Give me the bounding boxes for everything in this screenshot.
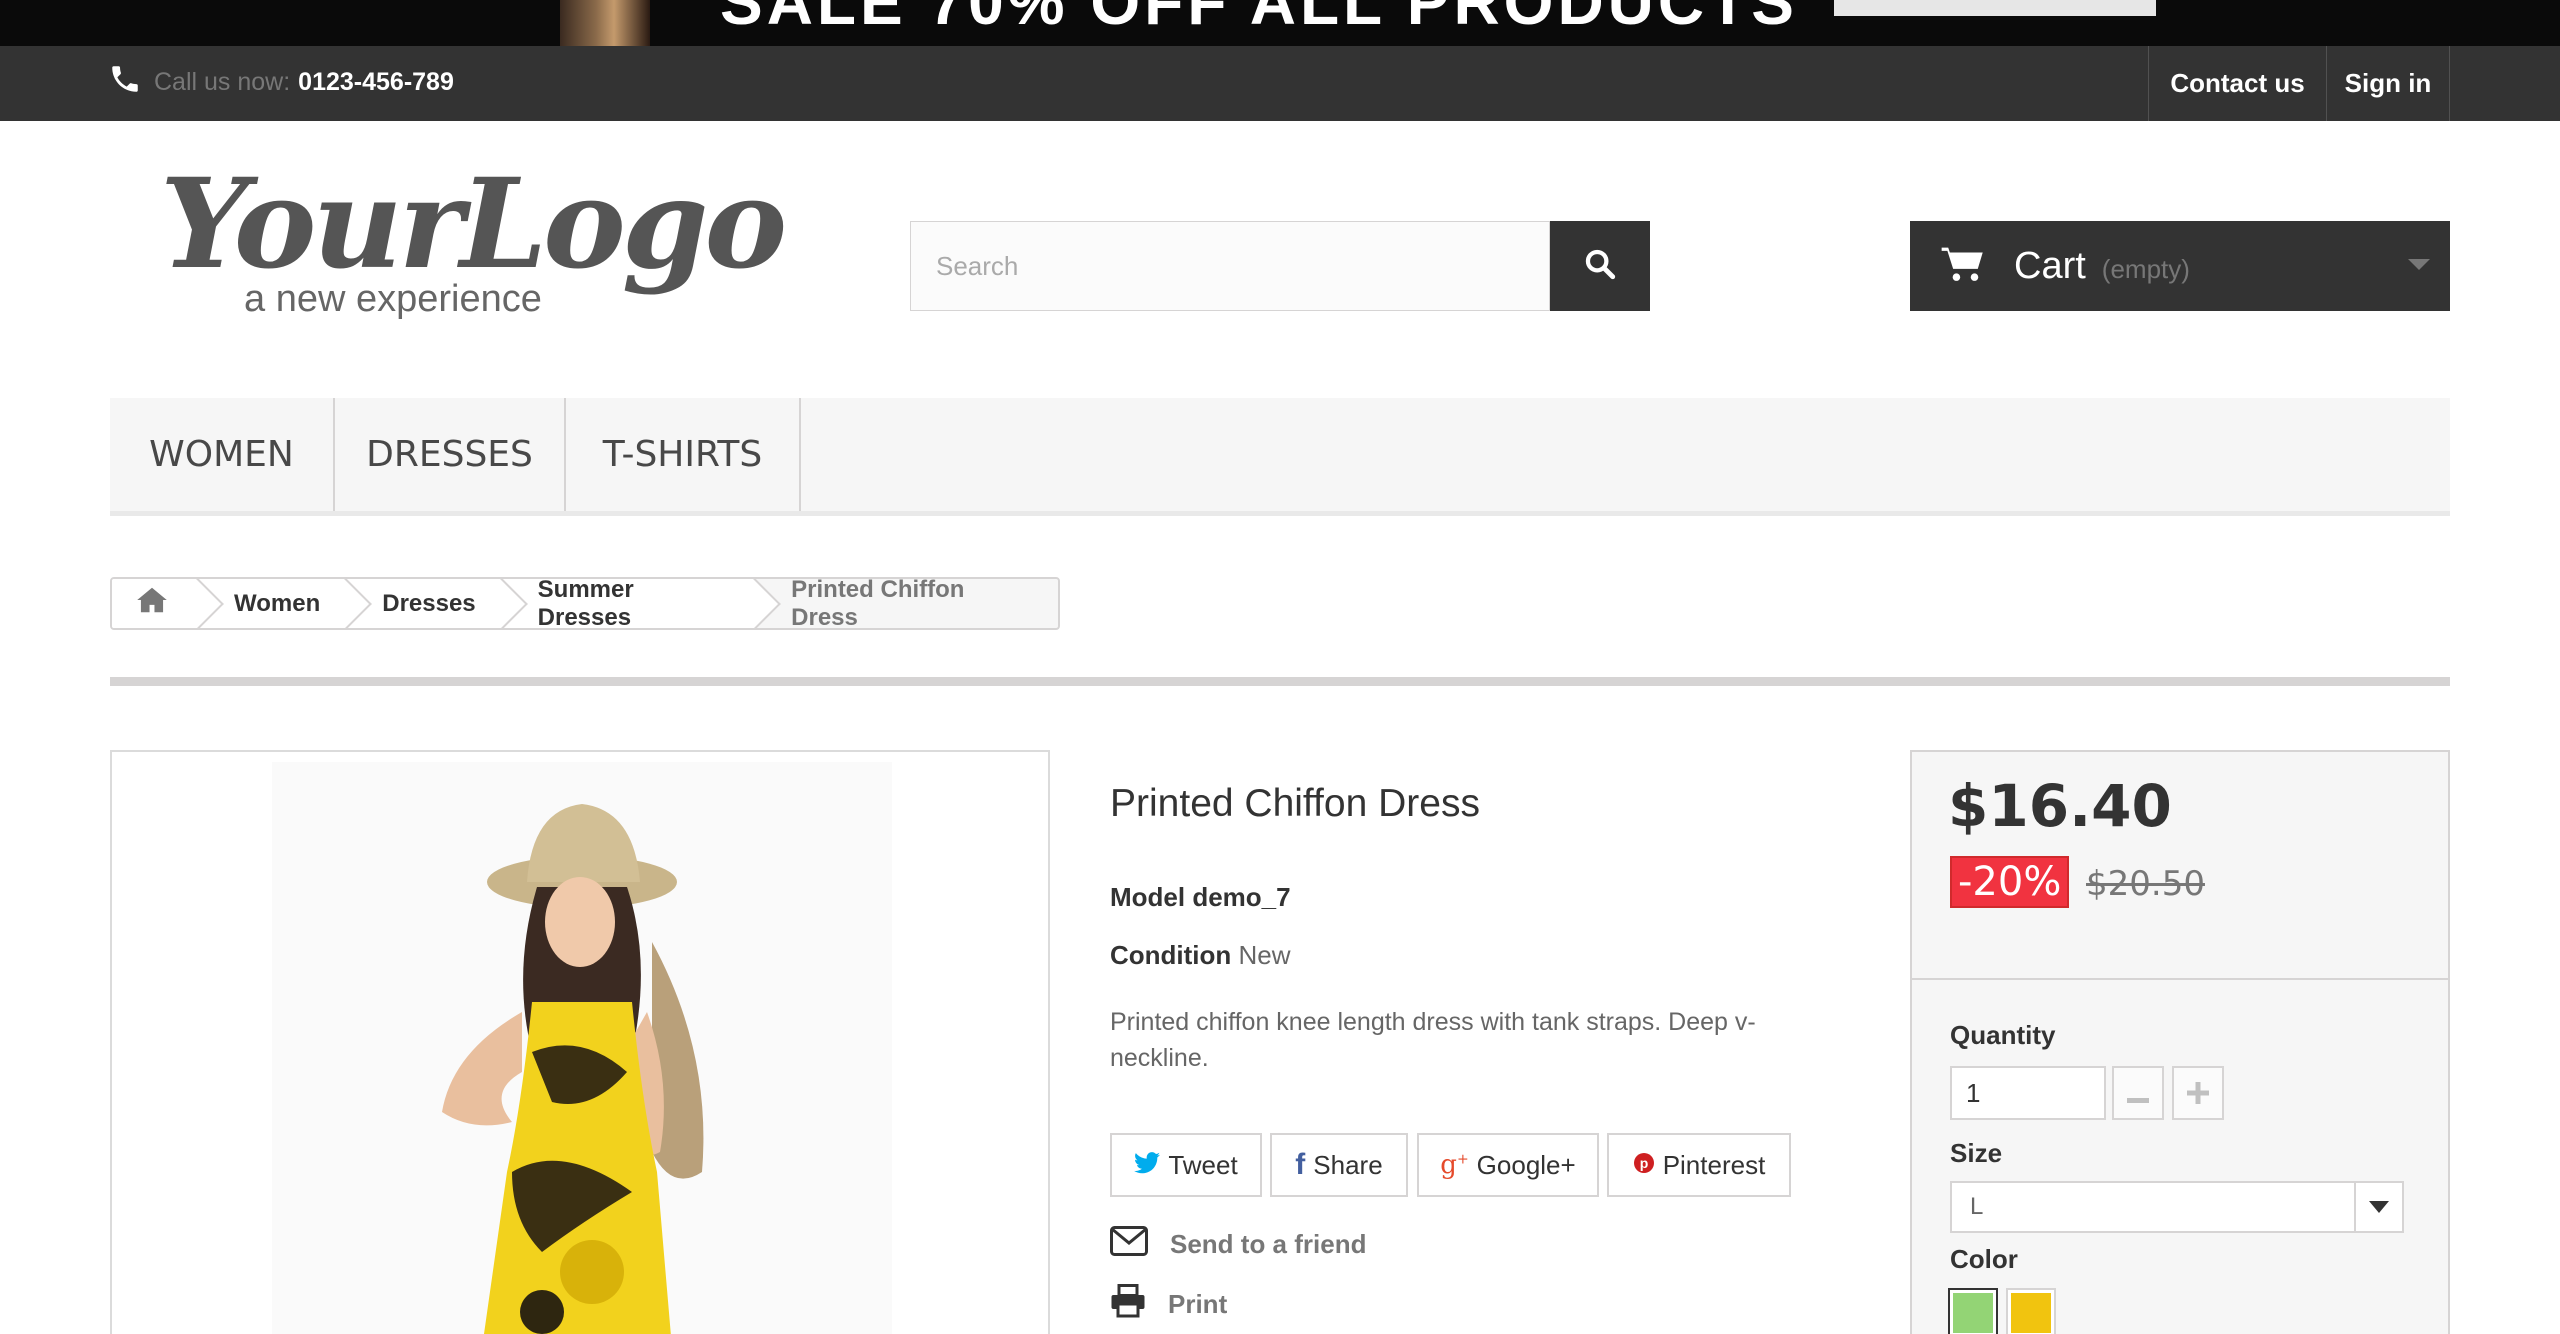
logo-wordmark: YourLogo	[160, 152, 787, 297]
contact-us-link[interactable]: Contact us	[2148, 46, 2326, 121]
tweet-label: Tweet	[1168, 1149, 1238, 1180]
quantity-increase-button[interactable]	[2172, 1066, 2224, 1120]
search-button[interactable]	[1550, 221, 1650, 311]
site-logo[interactable]: YourLogo a new experience	[160, 160, 787, 335]
google-plus-icon: g+	[1440, 1150, 1469, 1180]
swatch-fill-green	[1953, 1293, 1993, 1333]
send-to-friend-label: Send to a friend	[1170, 1228, 1367, 1259]
color-label: Color	[1950, 1244, 2018, 1274]
printer-icon	[1110, 1283, 1168, 1325]
size-label: Size	[1950, 1138, 2003, 1168]
print-label: Print	[1168, 1288, 1228, 1319]
breadcrumb-current: Printed Chiffon Dress	[755, 579, 1058, 628]
condition-value: New	[1238, 940, 1291, 970]
tweet-button[interactable]: Tweet	[1110, 1133, 1262, 1197]
chevron-down-icon	[2408, 259, 2430, 270]
quantity-decrease-button[interactable]	[2112, 1066, 2164, 1120]
pinterest-button[interactable]: p Pinterest	[1607, 1133, 1791, 1197]
envelope-icon	[1110, 1225, 1170, 1263]
breadcrumb-dresses-label: Dresses	[382, 589, 476, 617]
quantity-input[interactable]	[1950, 1066, 2106, 1120]
breadcrumb-current-label: Printed Chiffon Dress	[791, 577, 965, 630]
send-to-friend-link[interactable]: Send to a friend	[1110, 1224, 1366, 1264]
phone-info: Call us now: 0123-456-789	[108, 62, 454, 102]
pinterest-icon: p	[1633, 1150, 1655, 1181]
menu-item-women[interactable]: WOMEN	[110, 398, 335, 511]
svg-text:p: p	[1639, 1155, 1648, 1171]
promo-shop-button[interactable]	[1834, 0, 2156, 16]
phone-icon	[108, 62, 154, 103]
product-description: Printed chiffon knee length dress with t…	[1110, 1008, 1756, 1072]
color-swatch-green[interactable]	[1948, 1288, 1998, 1334]
main-menu: WOMEN DRESSES T-SHIRTS	[110, 398, 2450, 516]
condition-label: Condition	[1110, 940, 1232, 970]
sign-in-link[interactable]: Sign in	[2326, 46, 2450, 121]
breadcrumb-summer-dresses-label: Summer Dresses	[537, 577, 634, 630]
product-model: Model demo_7	[1110, 882, 1291, 913]
quantity-label: Quantity	[1950, 1020, 2056, 1050]
facebook-icon: f	[1295, 1148, 1306, 1181]
menu-item-dresses[interactable]: DRESSES	[335, 398, 566, 511]
promo-banner[interactable]: SALE 70% OFF ALL PRODUCTS	[0, 0, 2560, 46]
promo-text: SALE 70% OFF ALL PRODUCTS	[720, 0, 1798, 38]
call-label: Call us now:	[154, 67, 291, 96]
breadcrumb-women-label: Women	[234, 589, 321, 617]
menu-item-tshirts[interactable]: T-SHIRTS	[566, 398, 801, 511]
search-input[interactable]	[910, 221, 1550, 311]
product-condition: Condition New	[1110, 940, 1291, 971]
chevron-down-icon	[2354, 1183, 2402, 1231]
google-plus-button[interactable]: g+ Google+	[1417, 1133, 1599, 1197]
breadcrumb-summer-dresses[interactable]: Summer Dresses	[501, 577, 756, 630]
plus-icon	[2187, 1074, 2209, 1113]
cart-button[interactable]: Cart (empty)	[1910, 221, 2450, 311]
color-swatch-yellow[interactable]	[2006, 1288, 2056, 1334]
section-divider	[110, 677, 2450, 686]
facebook-share-button[interactable]: f Share	[1270, 1133, 1408, 1197]
size-select[interactable]: L	[1950, 1181, 2404, 1233]
search-icon	[1583, 247, 1617, 286]
logo-tagline: a new experience	[244, 278, 542, 320]
twitter-icon	[1134, 1150, 1161, 1181]
product-price: $16.40	[1948, 772, 2172, 840]
breadcrumb: Women Dresses Summer Dresses Printed Chi…	[110, 577, 1060, 630]
cart-status: (empty)	[2101, 253, 2190, 284]
print-link[interactable]: Print	[1110, 1283, 1228, 1325]
swatch-fill-yellow	[2011, 1293, 2051, 1333]
size-selected-value: L	[1970, 1193, 1984, 1220]
minus-icon	[2127, 1074, 2149, 1113]
model-value: demo_7	[1192, 882, 1291, 912]
cart-label: Cart	[2014, 244, 2086, 287]
product-title: Printed Chiffon Dress	[1110, 782, 1480, 825]
home-icon	[136, 586, 168, 621]
phone-number: 0123-456-789	[298, 67, 454, 96]
promo-model-photo	[560, 0, 650, 46]
share-label: Share	[1313, 1149, 1383, 1180]
product-image[interactable]	[110, 750, 1050, 1334]
breadcrumb-home[interactable]	[112, 579, 198, 628]
dress-model-photo	[272, 762, 892, 1334]
old-price: $20.50	[2086, 864, 2205, 904]
discount-badge: -20%	[1950, 856, 2070, 908]
cart-icon	[1940, 244, 1986, 289]
google-label: Google+	[1476, 1149, 1576, 1180]
pinterest-label: Pinterest	[1662, 1149, 1766, 1180]
model-label: Model	[1110, 882, 1186, 912]
